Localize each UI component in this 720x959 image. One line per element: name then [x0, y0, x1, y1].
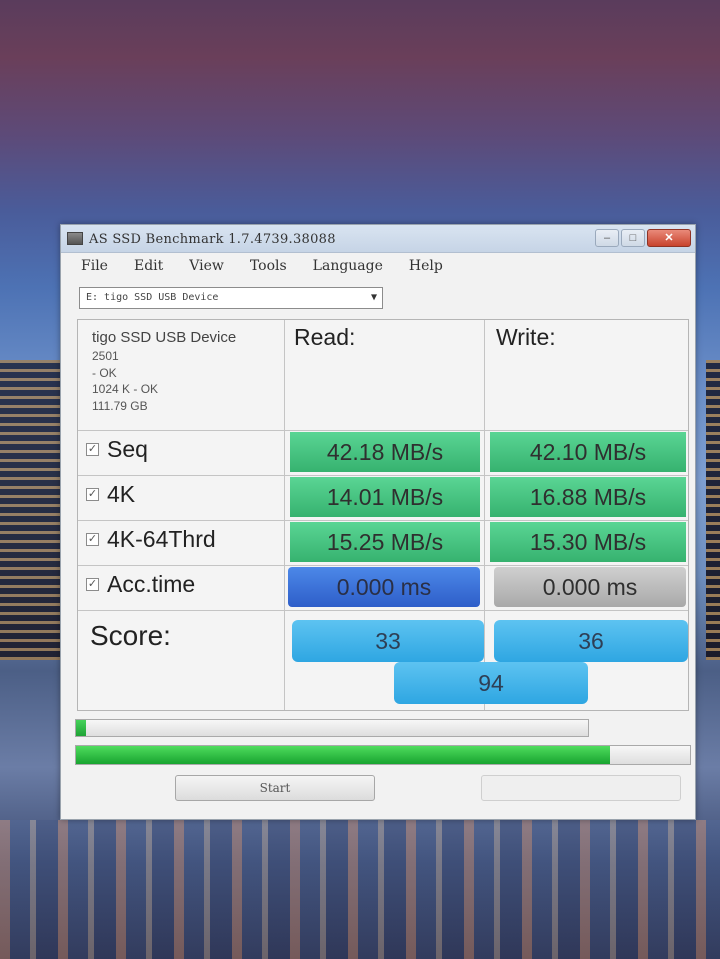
divider: [78, 520, 688, 521]
title-bar[interactable]: AS SSD Benchmark 1.7.4739.38088 – □ ✕: [61, 225, 695, 253]
close-button[interactable]: ✕: [647, 229, 691, 247]
menu-file[interactable]: File: [81, 258, 108, 274]
desktop-city-lights: [0, 360, 62, 660]
total-score: 94: [394, 662, 588, 704]
read-score: 33: [292, 620, 484, 662]
row-4k: ✓ 4K: [86, 481, 135, 508]
drive-select-value: E: tigo SSD USB Device: [86, 292, 219, 303]
divider: [284, 320, 285, 710]
desktop-city-lights-right: [706, 360, 720, 660]
maximize-button[interactable]: □: [621, 229, 645, 247]
abort-button[interactable]: [481, 775, 681, 801]
score-label: Score:: [90, 620, 171, 651]
device-capacity: 111.79 GB: [92, 398, 148, 413]
write-score: 36: [494, 620, 688, 662]
menu-bar: File Edit View Tools Language Help: [61, 253, 695, 279]
acc-time-read-result: 0.000 ms: [288, 567, 480, 607]
driver-status: - OK: [92, 365, 117, 380]
acc-time-write-result: 0.000 ms: [494, 567, 686, 607]
overall-progress-fill: [76, 746, 611, 764]
row-label: Seq: [107, 436, 148, 462]
current-test-progress-fill: [76, 720, 87, 736]
minimize-button[interactable]: –: [595, 229, 619, 247]
divider: [484, 320, 485, 710]
menu-tools[interactable]: Tools: [250, 258, 287, 274]
4k-checkbox[interactable]: ✓: [86, 488, 99, 501]
row-acc-time: ✓ Acc.time: [86, 571, 195, 598]
seq-checkbox[interactable]: ✓: [86, 443, 99, 456]
row-4k-64thrd: ✓ 4K-64Thrd: [86, 526, 216, 553]
chevron-down-icon[interactable]: ▼: [371, 292, 377, 303]
divider: [78, 565, 688, 566]
device-name: tigo SSD USB Device: [92, 329, 237, 346]
divider: [78, 430, 688, 431]
4k-read-result: 14.01 MB/s: [290, 477, 480, 517]
menu-view[interactable]: View: [189, 258, 224, 274]
row-label: 4K: [107, 481, 136, 507]
app-icon: [67, 232, 83, 245]
row-label: 4K-64Thrd: [107, 526, 216, 552]
read-column-header: Read:: [294, 324, 356, 350]
device-info: tigo SSD USB Device 2501 - OK 1024 K - O…: [92, 328, 282, 414]
overall-progress: [75, 745, 691, 765]
4k-64thrd-checkbox[interactable]: ✓: [86, 533, 99, 546]
seq-read-result: 42.18 MB/s: [290, 432, 480, 472]
acc-time-checkbox[interactable]: ✓: [86, 578, 99, 591]
benchmark-panel: tigo SSD USB Device 2501 - OK 1024 K - O…: [77, 319, 689, 711]
4k-write-result: 16.88 MB/s: [490, 477, 686, 517]
alignment-status: 1024 K - OK: [92, 382, 159, 396]
seq-write-result: 42.10 MB/s: [490, 432, 686, 472]
row-seq: ✓ Seq: [86, 436, 148, 463]
row-label: Acc.time: [107, 571, 196, 597]
as-ssd-window: AS SSD Benchmark 1.7.4739.38088 – □ ✕ Fi…: [60, 224, 696, 820]
menu-language[interactable]: Language: [313, 258, 383, 274]
drive-select[interactable]: E: tigo SSD USB Device ▼: [79, 287, 383, 309]
write-column-header: Write:: [496, 324, 556, 350]
menu-help[interactable]: Help: [409, 258, 443, 274]
current-test-progress: [75, 719, 589, 737]
start-button[interactable]: Start: [175, 775, 375, 801]
4k-64thrd-write-result: 15.30 MB/s: [490, 522, 686, 562]
window-title: AS SSD Benchmark 1.7.4739.38088: [89, 232, 336, 247]
divider: [78, 475, 688, 476]
device-firmware: 2501: [92, 349, 119, 363]
menu-edit[interactable]: Edit: [134, 258, 163, 274]
desktop-water-reflection: [0, 820, 720, 959]
divider: [78, 610, 688, 611]
4k-64thrd-read-result: 15.25 MB/s: [290, 522, 480, 562]
